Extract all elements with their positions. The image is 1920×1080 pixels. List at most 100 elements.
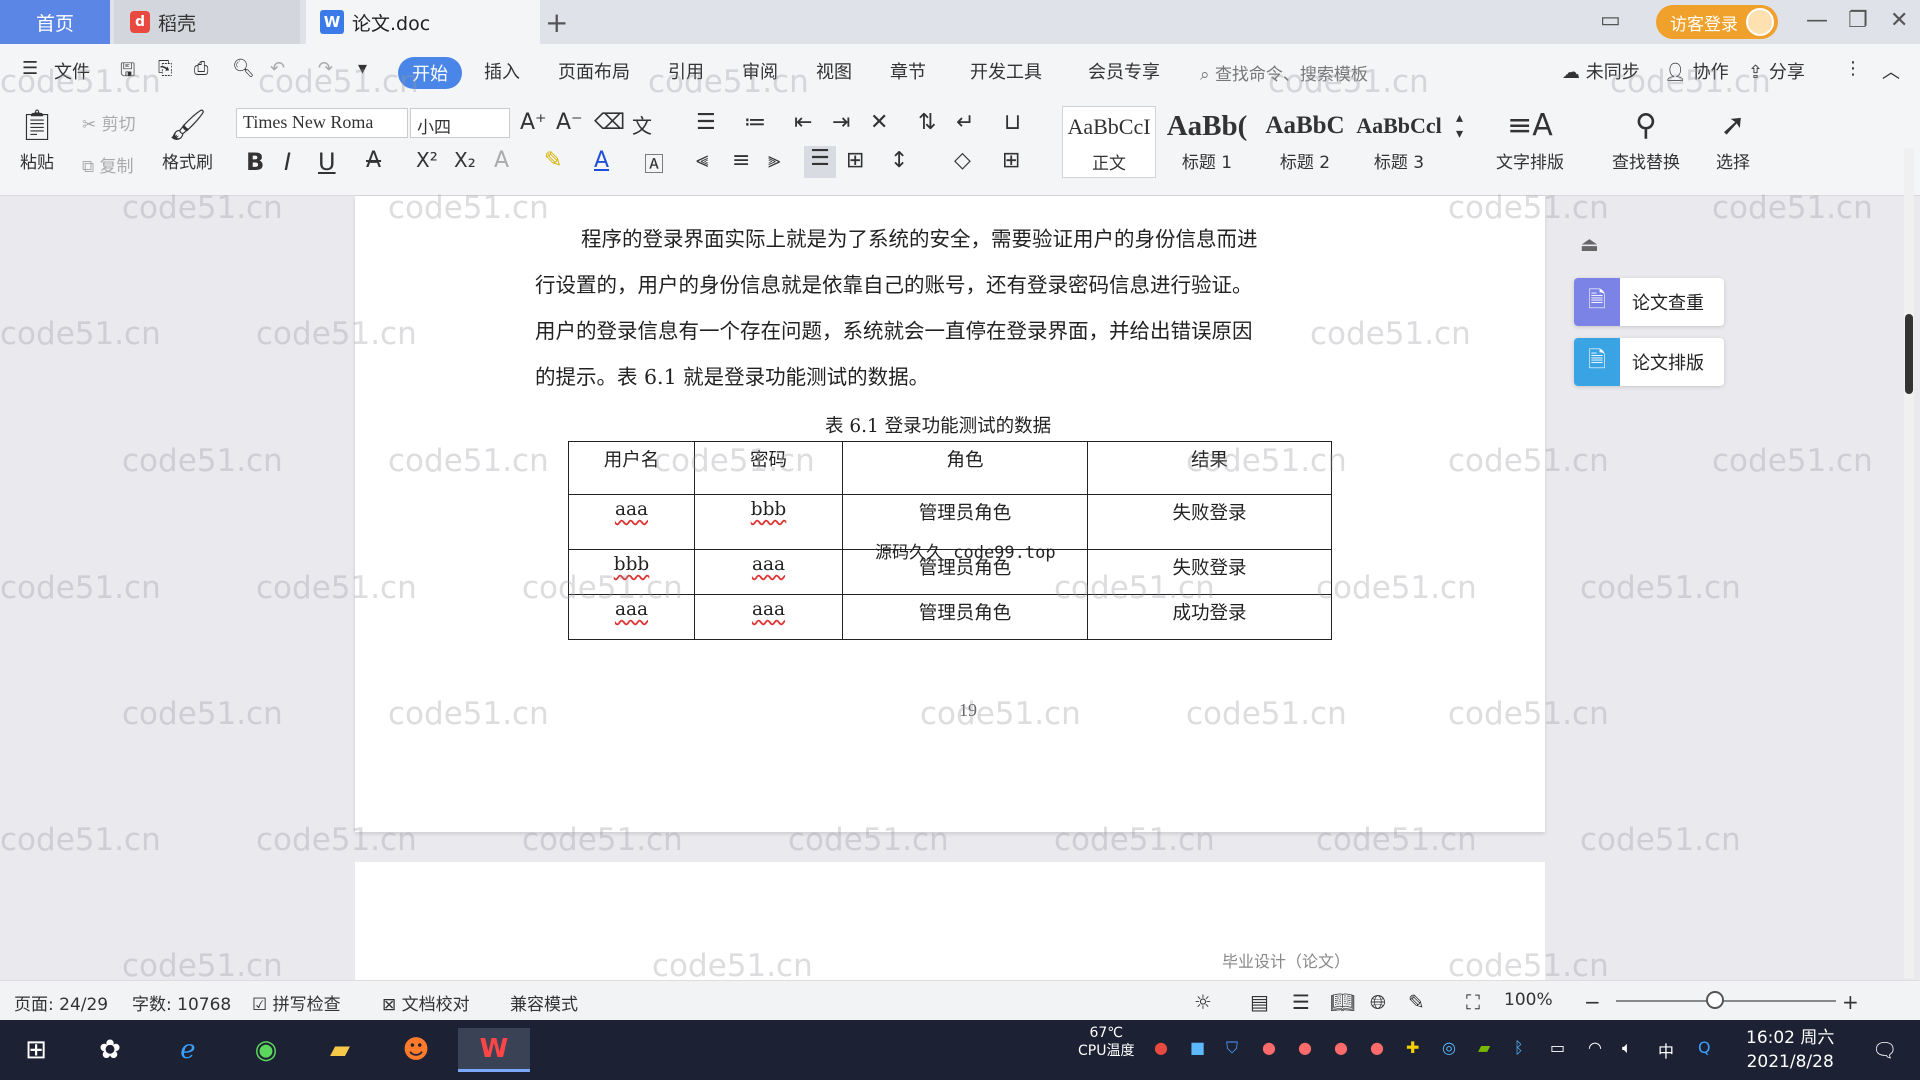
clear-format-icon[interactable]: ⌫ <box>594 110 625 135</box>
shrink-font-icon[interactable]: A⁻ <box>556 110 583 135</box>
wifi-icon[interactable]: ◠ <box>1588 1038 1602 1057</box>
zoom-in-icon[interactable]: + <box>1842 990 1859 1014</box>
doc-proofread-button[interactable]: ⊠ 文档校对 <box>382 990 470 1015</box>
align-right-icon[interactable]: ⫸ <box>768 148 780 173</box>
file-explorer-icon[interactable]: ▰ <box>318 1028 362 1072</box>
windows-start-icon[interactable]: ⊞ <box>14 1028 58 1072</box>
page-view-icon[interactable]: ▤ <box>1250 990 1269 1014</box>
copy-button[interactable]: ⧉ 复制 <box>82 152 134 177</box>
save-icon[interactable]: 🖫 <box>120 58 135 88</box>
text-layout-button[interactable]: ≡A 文字排版 <box>1496 108 1564 173</box>
eye-protection-icon[interactable]: ☼ <box>1194 990 1212 1014</box>
export-icon[interactable]: ⎘ <box>158 58 172 79</box>
line-spacing-icon[interactable]: ↕ <box>890 148 908 173</box>
page-indicator[interactable]: 页面: 24/29 <box>14 990 108 1015</box>
format-painter-button[interactable]: 🖌︎ 格式刷 <box>162 108 213 173</box>
numbered-list-icon[interactable]: ≔ <box>744 110 766 135</box>
restore-icon[interactable]: ❐ <box>1848 8 1868 33</box>
nvidia-icon[interactable]: ▰ <box>1478 1038 1490 1057</box>
close-icon[interactable]: ✕ <box>1890 8 1908 33</box>
font-color-icon[interactable]: A <box>594 148 609 173</box>
underline-icon[interactable]: U <box>318 148 336 176</box>
sort-icon[interactable]: ⇅ <box>918 110 936 135</box>
align-center-icon[interactable]: ≡ <box>732 148 750 173</box>
add-tab-icon[interactable]: + <box>545 6 568 39</box>
volume-icon[interactable]: 🔈︎ <box>1622 1038 1632 1058</box>
pinwheel-app-icon[interactable]: ✿ <box>88 1028 132 1072</box>
tab-member[interactable]: 会员专享 <box>1088 58 1160 84</box>
ime-indicator[interactable]: 中 <box>1658 1038 1674 1062</box>
browser-360-icon[interactable]: ◉ <box>244 1028 288 1072</box>
italic-icon[interactable]: I <box>284 148 291 176</box>
align-left-icon[interactable]: ⫷ <box>696 148 708 173</box>
undo-icon[interactable]: ↶ <box>270 58 285 79</box>
increase-indent-icon[interactable]: ⇥ <box>832 110 850 135</box>
bullet-list-icon[interactable]: ☰ <box>696 110 716 135</box>
document-page[interactable]: 程序的登录界面实际上就是为了系统的安全，需要验证用户的身份信息而进 行设置的，用… <box>355 196 1545 832</box>
quick-access-dropdown-icon[interactable]: ▾ <box>358 58 367 79</box>
print-icon[interactable]: ⎙ <box>194 58 208 79</box>
shading-icon[interactable]: ◇ <box>954 148 971 173</box>
phonetic-icon[interactable]: 文 <box>632 110 652 139</box>
strikethrough-icon[interactable]: A <box>366 148 381 173</box>
tray-app-icon[interactable]: ■ <box>1190 1038 1205 1057</box>
tab-developer-tools[interactable]: 开发工具 <box>970 58 1042 84</box>
print-preview-icon[interactable]: 🔍︎ <box>232 58 255 79</box>
tab-chapter[interactable]: 章节 <box>890 58 926 84</box>
tray-app-icon[interactable]: ● <box>1154 1038 1168 1057</box>
command-search-input[interactable]: ⌕ 查找命令、搜索模板 <box>1200 60 1368 85</box>
tray-app-icon[interactable]: ✚ <box>1406 1038 1419 1057</box>
tab-home[interactable]: 首页 <box>0 0 110 44</box>
notification-center-icon[interactable]: 🗨︎ <box>1872 1038 1897 1062</box>
style-heading-1[interactable]: AaBb( 标题 1 <box>1160 106 1254 178</box>
shield-icon[interactable]: ⛉ <box>1226 1038 1238 1058</box>
select-button[interactable]: ➚ 选择 <box>1716 108 1750 173</box>
borders-icon[interactable]: ⊞ <box>1002 148 1020 173</box>
highlight-icon[interactable]: ✎ <box>544 148 562 173</box>
justify-icon[interactable]: ☰ <box>804 146 836 178</box>
tab-daoke[interactable]: d 稻壳 <box>114 0 300 44</box>
guest-login-button[interactable]: 访客登录 <box>1656 5 1778 39</box>
menu-file[interactable]: 文件 <box>54 58 90 84</box>
style-normal[interactable]: AaBbCcI 正文 <box>1062 106 1156 178</box>
sync-button[interactable]: ☁ 未同步 <box>1562 58 1640 84</box>
superscript-icon[interactable]: X² <box>416 148 438 172</box>
game-app-icon[interactable]: ☻ <box>394 1028 438 1072</box>
find-replace-button[interactable]: ⚲ 查找替换 <box>1612 108 1680 173</box>
ie-browser-icon[interactable]: ℯ <box>166 1028 210 1072</box>
tab-document[interactable]: W 论文.doc <box>306 0 540 44</box>
paste-button[interactable]: 📋︎ 粘贴 <box>18 108 56 173</box>
tab-view[interactable]: 视图 <box>816 58 852 84</box>
cpu-temperature-widget[interactable]: 67℃ CPU温度 <box>1078 1024 1134 1060</box>
hamburger-icon[interactable]: ☰ <box>22 58 38 79</box>
decrease-indent-icon[interactable]: ⇤ <box>794 110 812 135</box>
system-clock[interactable]: 16:02 周六 2021/8/28 <box>1746 1026 1834 1074</box>
minimize-icon[interactable]: — <box>1806 8 1828 33</box>
chinese-layout-icon[interactable]: ✕ <box>870 110 888 135</box>
bold-icon[interactable]: B <box>246 148 264 176</box>
tray-app-icon[interactable]: ◎ <box>1442 1038 1456 1057</box>
vertical-scrollbar[interactable] <box>1904 148 1914 978</box>
spell-check-toggle[interactable]: ☑ 拼写检查 <box>252 990 341 1015</box>
tab-stops-icon[interactable]: ⊔ <box>1004 110 1021 135</box>
scrollbar-thumb[interactable] <box>1905 314 1913 394</box>
redo-icon[interactable]: ↷ <box>318 58 333 79</box>
font-size-select[interactable]: 小四 <box>410 108 510 138</box>
panel-collapse-icon[interactable]: ⏏ <box>1580 232 1599 256</box>
tab-review[interactable]: 审阅 <box>742 58 778 84</box>
tray-app-icon[interactable]: ● <box>1370 1038 1384 1057</box>
reading-view-icon[interactable]: 📖︎ <box>1330 990 1355 1014</box>
web-view-icon[interactable]: 🌐︎ <box>1370 990 1386 1014</box>
more-options-icon[interactable]: ⋮ <box>1844 58 1862 79</box>
subscript-icon[interactable]: X₂ <box>454 148 476 172</box>
grow-font-icon[interactable]: A⁺ <box>520 110 547 135</box>
tray-app-icon[interactable]: ● <box>1262 1038 1276 1057</box>
qq-icon[interactable]: Q <box>1698 1038 1711 1057</box>
collaborate-button[interactable]: 👤︎ 协作 <box>1664 58 1729 84</box>
pen-icon[interactable]: ✎ <box>1408 990 1425 1014</box>
zoom-slider[interactable] <box>1616 1000 1836 1002</box>
tab-insert[interactable]: 插入 <box>484 58 520 84</box>
tab-reference[interactable]: 引用 <box>668 58 704 84</box>
fit-page-icon[interactable]: ⛶ <box>1466 990 1480 1014</box>
char-border-icon[interactable]: 🄰 <box>644 148 664 177</box>
